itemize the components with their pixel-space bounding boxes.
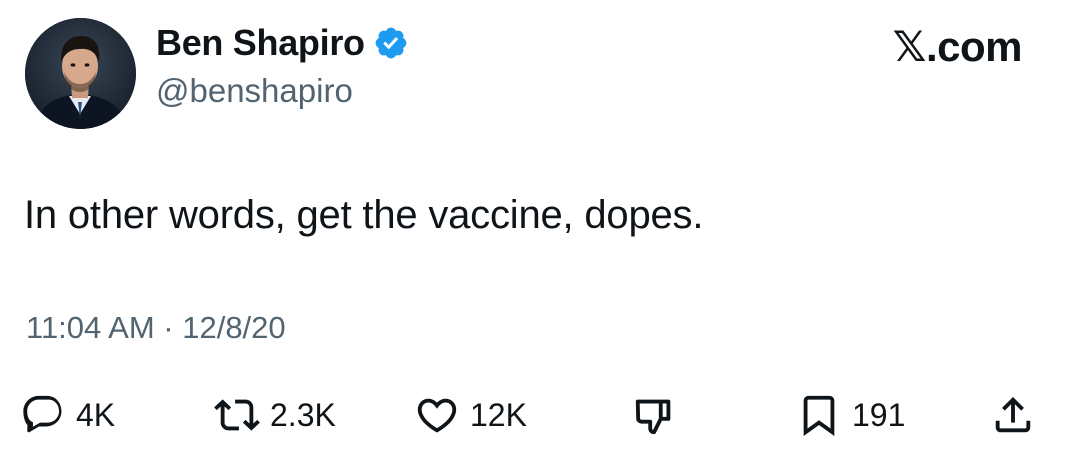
action-bar: 4K 2.3K 12K 191 [0,388,1066,442]
author-name-row[interactable]: Ben Shapiro [156,22,409,64]
tweet-timestamp[interactable]: 11:04 AM · 12/8/20 [26,310,286,346]
repost-button[interactable]: 2.3K [214,388,336,442]
avatar[interactable] [25,18,136,129]
brand-suffix: .com [925,23,1023,70]
bookmark-button[interactable]: 191 [796,388,905,442]
share-button[interactable] [990,388,1036,442]
tweet-text: In other words, get the vaccine, dopes. [24,193,704,237]
bookmark-icon [803,395,835,436]
reply-count: 4K [76,396,116,433]
author-name[interactable]: Ben Shapiro [156,22,365,64]
repost-icon [214,399,260,431]
bookmark-count: 191 [852,396,906,433]
like-button[interactable]: 12K [414,388,527,442]
like-count: 12K [470,396,527,433]
reply-button[interactable]: 4K [20,388,115,442]
repost-count: 2.3K [270,396,336,433]
share-icon [995,396,1031,433]
downvote-button[interactable] [632,388,678,442]
x-logo-icon: 𝕏 [892,22,927,71]
brand-label: 𝕏.com [892,22,1023,71]
reply-icon [23,395,62,433]
downvote-icon [635,399,671,435]
author-handle[interactable]: @benshapiro [156,72,353,110]
verified-badge-icon [375,27,407,59]
like-icon [417,398,457,433]
tweet-card: Ben Shapiro @benshapiro 𝕏.com In other w… [0,0,1066,469]
